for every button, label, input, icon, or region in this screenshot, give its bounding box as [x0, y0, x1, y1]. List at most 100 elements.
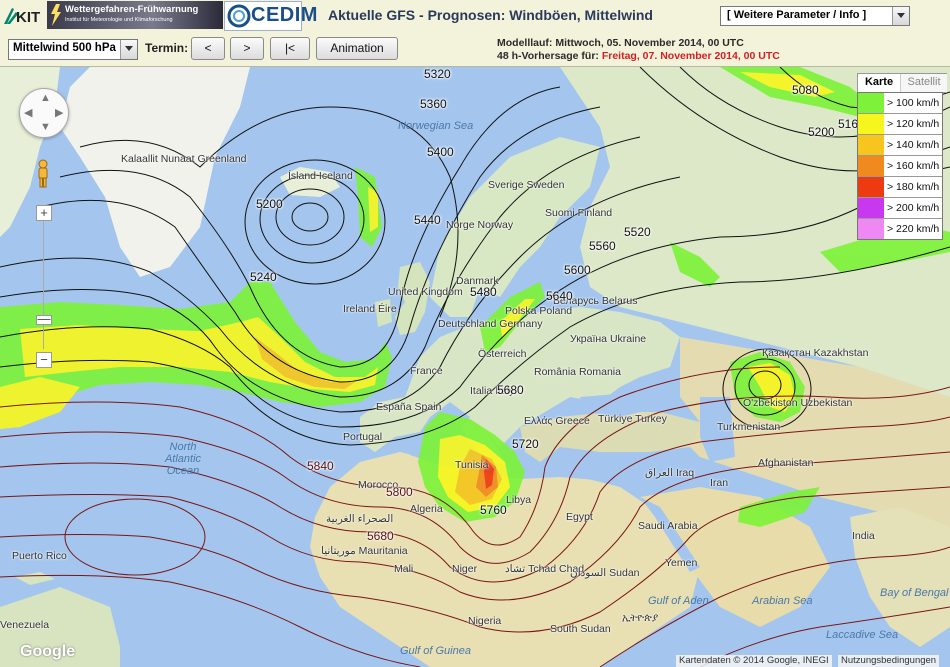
- kit-logo[interactable]: KIT: [2, 2, 46, 28]
- place-label-egypt: Egypt: [566, 511, 593, 523]
- legend-row: > 220 km/h: [858, 219, 942, 239]
- forecast-line: 48 h-Vorhersage für: Freitag, 07. Novemb…: [497, 50, 780, 63]
- place-label-algeria: Algeria: [410, 503, 443, 515]
- zoom-out-button[interactable]: −: [36, 352, 52, 368]
- pan-down-icon[interactable]: ▼: [40, 121, 51, 133]
- animation-button[interactable]: Animation: [316, 37, 398, 60]
- terms-link[interactable]: Nutzungsbedingungen: [838, 655, 940, 667]
- place-label-bay-of-bengal: Bay of Bengal: [880, 587, 949, 599]
- legend-swatch: [858, 177, 884, 197]
- google-logo[interactable]: Google: [20, 643, 75, 661]
- pan-control[interactable]: ▲ ▼ ◀ ▶: [19, 88, 69, 138]
- place-label-india: India: [852, 530, 875, 542]
- contour-label: 5760: [480, 503, 507, 517]
- place-label-turkey: Türkiye Turkey: [598, 413, 667, 425]
- map-attribution: Kartendaten © 2014 Google, INEGI: [676, 655, 832, 667]
- map-type-karte[interactable]: Karte: [858, 74, 900, 92]
- zoom-in-button[interactable]: +: [36, 205, 52, 221]
- contour-label: 5520: [624, 225, 651, 239]
- contour-label: 5680: [497, 383, 524, 397]
- legend-swatch: [858, 93, 884, 113]
- model-run-text: Modelllauf: Mittwoch, 05. November 2014,…: [497, 37, 744, 49]
- contour-label: 5360: [420, 97, 447, 111]
- place-label-greece: Ελλάς Greece: [524, 415, 590, 427]
- place-label-sweden: Sverige Sweden: [488, 179, 565, 191]
- first-button[interactable]: |<: [270, 37, 310, 60]
- contour-label: 5200: [256, 197, 283, 211]
- place-label-ethiopia: ኢትዮጵያ: [622, 612, 659, 624]
- legend-row: > 140 km/h: [858, 135, 942, 156]
- place-label-gulf-of-guinea: Gulf of Guinea: [400, 645, 471, 657]
- place-label-yemen: Yemen: [665, 557, 698, 569]
- pan-left-icon[interactable]: ◀: [24, 106, 32, 119]
- place-label-finland: Suomi Finland: [545, 207, 613, 219]
- place-label-iraq: العراق Iraq: [645, 467, 695, 479]
- place-label-iceland: Ísland Iceland: [288, 170, 353, 182]
- map-type-control[interactable]: Karte Satellit: [857, 73, 947, 93]
- map-canvas[interactable]: Kalaallit Nunaat Greenland Ísland Icelan…: [0, 67, 950, 667]
- termin-label: Termin:: [145, 41, 189, 55]
- place-label-arabian-sea: Arabian Sea: [752, 595, 813, 607]
- place-label-ireland: Ireland Éire: [343, 303, 397, 315]
- legend-label: > 100 km/h: [887, 97, 940, 109]
- place-label-western-sahara: الصحراء الغربية: [326, 513, 394, 525]
- legend-row: > 160 km/h: [858, 156, 942, 177]
- page-title: Aktuelle GFS - Prognosen: Windböen, Mitt…: [328, 7, 653, 23]
- place-label-north-atlantic: North Atlantic Ocean: [164, 441, 202, 477]
- cedim-logo[interactable]: CEDIM: [224, 1, 317, 31]
- place-label-portugal: Portugal: [343, 431, 383, 443]
- place-label-south-sudan: South Sudan: [550, 623, 611, 635]
- chevron-down-icon[interactable]: [892, 7, 909, 25]
- place-label-germany: Deutschland Germany: [438, 318, 543, 330]
- forecast-date: Freitag, 07. November 2014, 00 UTC: [601, 50, 780, 62]
- legend-label: > 200 km/h: [887, 202, 940, 214]
- contour-label: 5480: [470, 285, 497, 299]
- kit-logo-text: KIT: [16, 9, 40, 26]
- legend-row: > 100 km/h: [858, 93, 942, 114]
- previous-button[interactable]: <: [191, 37, 225, 60]
- contour-label: 5080: [792, 83, 819, 97]
- place-label-spain: España Spain: [376, 401, 442, 413]
- place-label-gulf-of-aden: Gulf of Aden: [648, 595, 709, 607]
- place-label-nigeria: Nigeria: [468, 615, 502, 627]
- cedim-logo-text: CEDIM: [251, 4, 318, 26]
- level-select-value: Mittelwind 500 hPa: [13, 42, 116, 54]
- place-label-norway: Norge Norway: [446, 219, 514, 231]
- pegman-icon[interactable]: [36, 159, 50, 189]
- place-label-saudi-arabia: Saudi Arabia: [638, 520, 698, 532]
- place-label-romania: România Romania: [534, 366, 621, 378]
- contour-label: 5560: [589, 239, 616, 253]
- contour-label: 5720: [512, 437, 539, 451]
- pan-up-icon[interactable]: ▲: [40, 92, 51, 104]
- place-label-sudan: السودان Sudan: [570, 567, 640, 579]
- parameter-select-value: [ Weitere Parameter / Info ]: [727, 9, 867, 21]
- warning-logo[interactable]: Wettergefahren-Frühwarnung Institut für …: [47, 1, 223, 29]
- toolbar: Mittelwind 500 hPa Termin: < > |< Animat…: [0, 31, 950, 67]
- place-label-norwegian-sea: Norwegian Sea: [398, 120, 474, 132]
- map-type-satellit[interactable]: Satellit: [900, 74, 947, 92]
- zoom-slider-track[interactable]: [43, 221, 44, 349]
- place-label-uk: United Kingdom: [388, 286, 463, 298]
- legend-swatch: [858, 135, 884, 155]
- place-label-venezuela: Venezuela: [0, 619, 50, 631]
- chevron-down-icon[interactable]: [120, 40, 137, 59]
- zoom-slider-handle[interactable]: —: [36, 312, 52, 325]
- place-label-france: France: [410, 365, 443, 377]
- legend-swatch: [858, 219, 884, 239]
- pan-right-icon[interactable]: ▶: [55, 106, 63, 119]
- contour-label: 5200: [808, 125, 835, 139]
- parameter-select[interactable]: [ Weitere Parameter / Info ]: [720, 6, 910, 26]
- contour-label: 5240: [250, 270, 277, 284]
- place-label-afghanistan: Afghanistan: [758, 457, 814, 469]
- place-label-mauritania: موريتانيا Mauritania: [321, 545, 408, 557]
- legend-label: > 220 km/h: [887, 223, 940, 235]
- zoom-control[interactable]: + — −: [36, 205, 52, 369]
- legend-swatch: [858, 114, 884, 134]
- place-label-puerto-rico: Puerto Rico: [12, 550, 67, 562]
- warning-logo-title: Wettergefahren-Frühwarnung: [65, 4, 199, 15]
- level-select[interactable]: Mittelwind 500 hPa: [8, 39, 138, 60]
- place-label-iran: Iran: [710, 477, 729, 489]
- forecast-prefix: 48 h-Vorhersage für:: [497, 50, 599, 62]
- contour-label: 5640: [546, 289, 573, 303]
- next-button[interactable]: >: [230, 37, 264, 60]
